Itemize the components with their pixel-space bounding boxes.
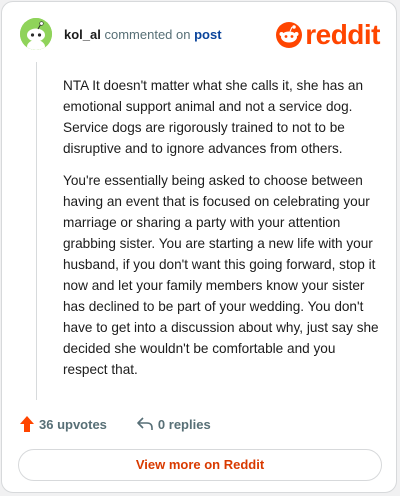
reddit-logo-icon (276, 22, 303, 48)
avatar[interactable] (20, 18, 52, 50)
reply-button[interactable]: 0 replies (137, 417, 211, 432)
upvote-count: 36 upvotes (39, 416, 107, 432)
view-more-button[interactable]: View more on Reddit (18, 449, 382, 481)
comment-meta: kol_al commented on post (64, 27, 222, 43)
comment-paragraph: NTA It doesn't matter what she calls it,… (63, 78, 364, 156)
reddit-wordmark: reddit (305, 19, 380, 50)
comment-header: kol_al commented on post reddit (20, 18, 380, 52)
username-link[interactable]: kol_al (64, 27, 101, 42)
upvote-arrow-icon (20, 416, 34, 432)
snoo-avatar-icon (20, 18, 52, 50)
comment-paragraph: You're essentially being asked to choose… (63, 173, 379, 377)
commented-on-text: commented on (104, 27, 191, 42)
comment-actions: 36 upvotes 0 replies (20, 414, 211, 434)
post-link[interactable]: post (194, 27, 221, 42)
reply-count: 0 replies (157, 416, 211, 432)
reddit-logo[interactable]: reddit (276, 19, 380, 50)
comment-embed-card: kol_al commented on post reddit NTA It d… (1, 1, 397, 493)
thread-line (36, 62, 37, 400)
reply-arrow-icon (137, 417, 153, 430)
upvote-button[interactable]: 36 upvotes (20, 416, 107, 432)
comment-body: NTA It doesn't matter what she calls it,… (63, 75, 381, 391)
